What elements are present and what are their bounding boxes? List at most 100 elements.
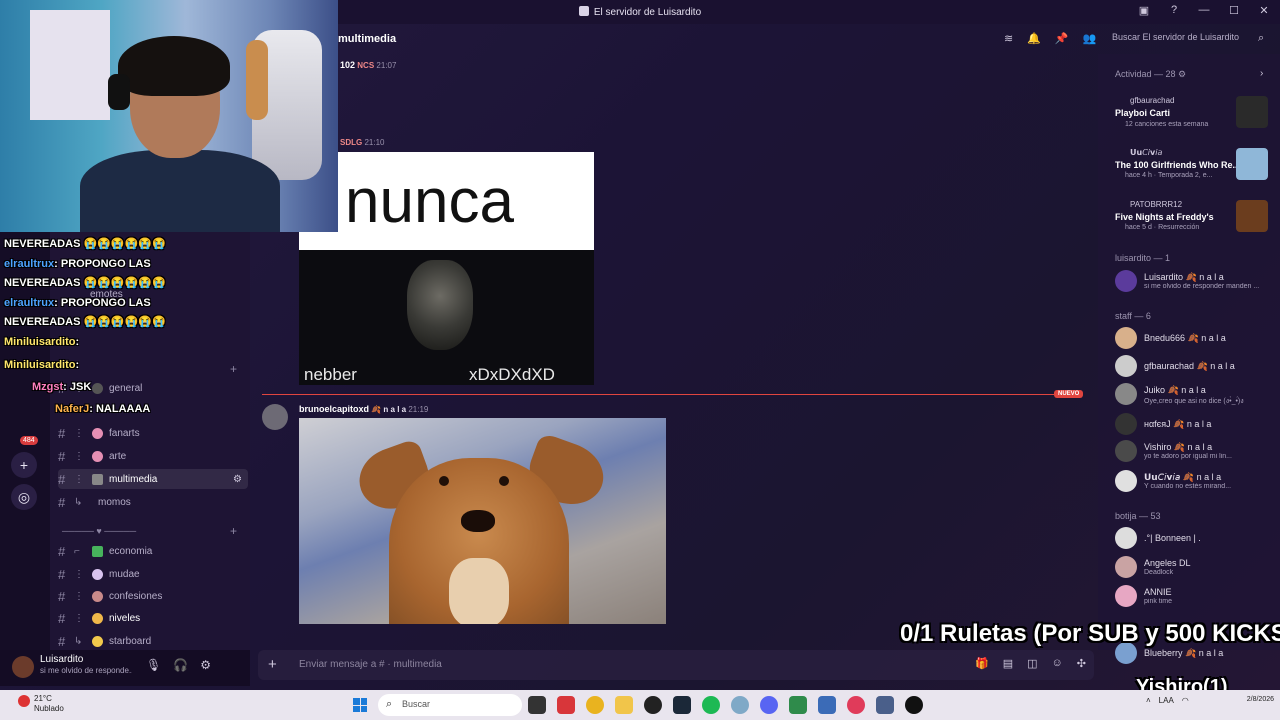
minimize-button[interactable]: — — [1196, 4, 1212, 17]
channel-arte[interactable]: # ⋮ arte — [58, 446, 248, 466]
activity-title[interactable]: Five Nights at Freddy's — [1115, 212, 1214, 222]
member-item[interactable]: Vishiro 🍂 n a l a yo te adoro por igual m… — [1115, 440, 1275, 462]
file-explorer-icon[interactable] — [615, 696, 633, 714]
steam-icon[interactable] — [673, 696, 691, 714]
activity-title[interactable]: Playboi Carti — [1115, 108, 1170, 118]
microphone-icon[interactable]: 🎙 — [146, 658, 161, 672]
app-icon[interactable] — [789, 696, 807, 714]
channel-mudae[interactable]: # ⋮ mudae — [58, 564, 248, 584]
pin-icon[interactable]: 📌 — [1055, 32, 1069, 45]
discord-icon[interactable] — [760, 696, 778, 714]
chevron-up-icon[interactable]: ˄ — [1146, 696, 1151, 705]
task-view-icon[interactable] — [528, 696, 546, 714]
gear-icon[interactable]: ⚙ — [200, 658, 211, 672]
attach-plus-icon[interactable]: + — [268, 656, 277, 673]
activity-user: PATOBRRR12 — [1130, 200, 1183, 209]
edge-icon[interactable] — [731, 696, 749, 714]
members-icon[interactable]: 👥 — [1083, 32, 1097, 45]
spotify-icon[interactable] — [702, 696, 720, 714]
clock[interactable]: 2/8/2026 — [1234, 695, 1274, 705]
activity-user: 𝗨𝘂𝘊𝘪𝘃𝘪𝘢 — [1130, 148, 1163, 157]
game-art[interactable] — [1236, 200, 1268, 232]
member-item[interactable]: нαfєяJ 🍂 n a l a — [1115, 413, 1275, 435]
close-button[interactable]: ✕ — [1256, 4, 1272, 17]
channel-fanarts[interactable]: # ⋮ fanarts — [58, 423, 248, 443]
windows-start-icon[interactable] — [353, 698, 367, 712]
member-item[interactable]: .°| Bonneen | . — [1115, 527, 1275, 549]
gift-icon[interactable]: 🎁 — [975, 657, 989, 670]
avatar[interactable] — [12, 656, 34, 678]
message-header: SDLG 21:10 — [340, 138, 385, 147]
composer-input[interactable]: Enviar mensaje a # · multimedia — [299, 659, 442, 670]
member-section: staff — 6 — [1115, 311, 1151, 321]
threads-icon[interactable]: ≋ — [1004, 32, 1013, 45]
opera-icon[interactable] — [847, 696, 865, 714]
taskbar-search[interactable]: ⌕ Buscar — [378, 694, 522, 716]
app-icon[interactable] — [905, 696, 923, 714]
meme-image[interactable]: nunca nebber xDxDXdXD — [299, 152, 594, 385]
channel-settings-icon[interactable]: ⚙ — [233, 474, 242, 485]
channel-title: multimedia — [338, 33, 397, 45]
stream-chat-line: NEVEREADAS 😭😭😭😭😭😭 — [4, 238, 166, 250]
channel-emoji-icon — [92, 382, 103, 394]
roulette-overlay: 0/1 Ruletas (Por SUB y 500 KICKS) — [900, 620, 1280, 647]
channel-starboard[interactable]: # ↳ starboard — [58, 631, 248, 651]
headphones-icon[interactable]: 🎧 — [173, 658, 188, 672]
member-item[interactable]: Bnedu666 🍂 n a l a — [1115, 327, 1275, 349]
channel-confesiones[interactable]: # ⋮ confesiones — [58, 586, 248, 606]
bell-icon[interactable]: 🔔 — [1027, 32, 1041, 45]
language-indicator[interactable]: LAA — [1159, 696, 1174, 705]
maximize-button[interactable]: ☐ — [1226, 4, 1242, 17]
channel-niveles[interactable]: # ⋮ niveles — [58, 608, 248, 628]
weather-icon[interactable] — [18, 695, 30, 707]
message-header: brunoelcapitoxd 🍂 n a l a 21:19 — [299, 404, 429, 414]
dog-photo[interactable] — [299, 418, 666, 624]
member-item[interactable]: ANNIE pink time — [1115, 585, 1275, 607]
app-icon[interactable] — [557, 696, 575, 714]
app-icon[interactable] — [876, 696, 894, 714]
system-tray: ˄ LAA ◠ — [1146, 696, 1189, 705]
chrome-icon[interactable] — [586, 696, 604, 714]
message-composer[interactable]: + Enviar mensaje a # · multimedia 🎁 ▤ ◫ … — [258, 650, 1094, 680]
discover-icon[interactable]: ◎ — [11, 484, 37, 510]
taskbar-apps — [528, 696, 923, 714]
stream-chat-line: NEVEREADAS 😭😭😭😭😭😭 — [4, 316, 166, 328]
anime-art[interactable] — [1236, 148, 1268, 180]
emoji-icon[interactable]: ☺ — [1052, 657, 1063, 670]
member-item[interactable]: Juiko 🍂 n a l a Oye,creo que asi no dice … — [1115, 383, 1275, 405]
app-icon[interactable] — [818, 696, 836, 714]
search-icon[interactable]: ⌕ — [1258, 32, 1264, 45]
channel-economia[interactable]: # ⌐ economia — [58, 541, 248, 561]
avatar[interactable] — [262, 404, 288, 430]
weather-widget[interactable]: 21°C Nublado — [34, 694, 64, 714]
stream-chat-line: NaferJ: NALAAAA — [55, 403, 151, 415]
add-channel-icon[interactable]: + — [230, 524, 237, 538]
new-badge: NUEVO — [1054, 390, 1084, 398]
activity-title[interactable]: The 100 Girlfriends Who Re... — [1115, 160, 1240, 170]
apps-icon[interactable]: ✣ — [1077, 657, 1086, 670]
member-item[interactable]: Luisardito 🍂 n a l a si me olvido de resp… — [1115, 270, 1275, 292]
taskbar: 21°C Nublado ⌕ Buscar ˄ LAA ◠ 2/8/2026 — [0, 690, 1280, 720]
meme-face — [407, 260, 473, 350]
obs-icon[interactable] — [644, 696, 662, 714]
album-art[interactable] — [1236, 96, 1268, 128]
webcam-overlay — [0, 0, 338, 232]
add-server-icon[interactable]: + — [11, 452, 37, 478]
help-icon[interactable]: ? — [1166, 4, 1182, 17]
channel-multimedia[interactable]: # ⋮ multimedia ⚙ — [58, 469, 248, 489]
channel-emoji-icon — [92, 473, 103, 485]
member-item[interactable]: Angeles DL Deadlock — [1115, 556, 1275, 578]
channel-momos[interactable]: # ↳ momos — [58, 492, 248, 512]
add-channel-icon[interactable]: + — [230, 362, 237, 376]
chevron-right-icon[interactable]: › — [1260, 68, 1263, 79]
date-text: 2/8/2026 — [1246, 696, 1274, 703]
wifi-icon[interactable]: ◠ — [1182, 696, 1189, 705]
search-input[interactable]: Buscar El servidor de Luisardito — [1112, 32, 1272, 42]
sticker-icon[interactable]: ◫ — [1027, 657, 1037, 670]
category-divider[interactable]: ───── ♥ ───── — [62, 526, 136, 536]
gif-icon[interactable]: ▤ — [1003, 657, 1013, 670]
activity-sub: 12 canciones esta semana — [1125, 121, 1209, 128]
member-item[interactable]: 𝗨𝘂𝘊𝘪𝘃𝘪𝘢 🍂 n a l aY cuando no estés miran… — [1115, 470, 1275, 492]
member-item[interactable]: gfbaurachad 🍂 n a l a — [1115, 355, 1275, 377]
inbox-icon[interactable]: ▣ — [1136, 4, 1152, 17]
